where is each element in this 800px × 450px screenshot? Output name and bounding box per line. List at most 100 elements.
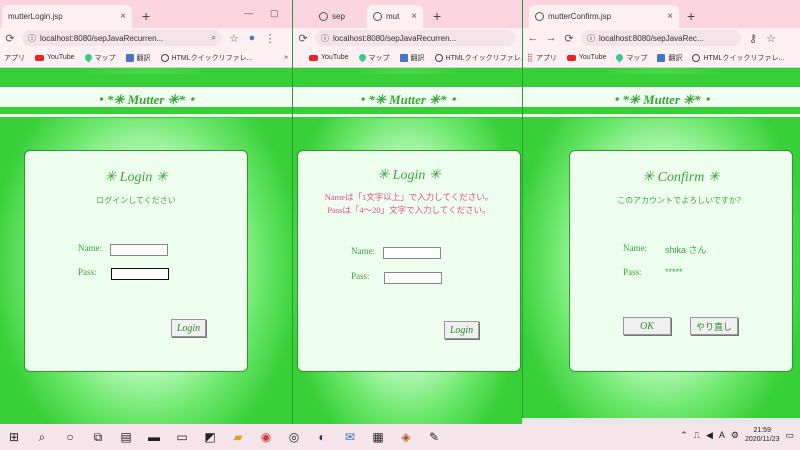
tab-github[interactable]: sep bbox=[313, 5, 353, 28]
reload-icon[interactable]: ⟳ bbox=[4, 32, 16, 45]
close-tab-icon[interactable]: × bbox=[120, 11, 126, 22]
new-tab-icon[interactable]: + bbox=[142, 8, 150, 24]
url-field[interactable]: ⓘ localhost:8080/sepJavaRecurren... bbox=[315, 30, 515, 46]
new-tab-icon[interactable]: + bbox=[687, 8, 695, 24]
bookmark-html-ref[interactable]: HTMLクイックリファレ... bbox=[692, 53, 784, 63]
translate-icon bbox=[399, 53, 408, 62]
cortana-icon[interactable]: ○ bbox=[59, 426, 81, 448]
bookmark-maps[interactable]: マップ bbox=[357, 52, 390, 63]
name-input[interactable] bbox=[383, 247, 441, 259]
new-tab-icon[interactable]: + bbox=[433, 8, 441, 24]
bookmark-translate[interactable]: 翻訳 bbox=[657, 53, 682, 63]
globe-icon bbox=[160, 53, 169, 62]
bookmark-label: YouTube bbox=[47, 54, 75, 61]
bookmark-youtube[interactable]: YouTube bbox=[566, 54, 607, 61]
bookmark-translate[interactable]: 翻訳 bbox=[399, 53, 425, 63]
login-button[interactable]: Login bbox=[444, 321, 479, 339]
info-icon[interactable]: ⓘ bbox=[28, 33, 36, 44]
name-input[interactable] bbox=[110, 244, 168, 256]
key-icon[interactable]: ⚷ bbox=[747, 32, 759, 45]
login-instruction: ログインしてください bbox=[96, 196, 176, 205]
eclipse-icon[interactable]: ◐ bbox=[311, 426, 333, 448]
minimize-icon[interactable]: — bbox=[244, 8, 253, 18]
reload-icon[interactable]: ⟳ bbox=[563, 32, 575, 45]
menu-icon[interactable]: ⋮ bbox=[264, 32, 276, 45]
paint-icon[interactable]: ✎ bbox=[423, 426, 445, 448]
maximize-icon[interactable]: ▢ bbox=[270, 8, 279, 19]
terminal-icon[interactable]: ▬ bbox=[143, 426, 165, 448]
bookmark-maps[interactable]: マップ bbox=[614, 52, 647, 63]
url-field[interactable]: ⓘ localhost:8080/sepJavaRecurren... ⌕ bbox=[22, 30, 222, 46]
url-text: localhost:8080/sepJavaRecurren... bbox=[333, 33, 457, 43]
app-icon[interactable]: ◈ bbox=[395, 426, 417, 448]
url-field[interactable]: ⓘ localhost:8080/sepJavaRec... bbox=[581, 30, 741, 46]
browser-window-login: mutterLogin.jsp × + — ▢ ⟳ ⓘ localhost:80… bbox=[0, 0, 292, 424]
bookmark-apps[interactable]: アプリ bbox=[4, 53, 25, 63]
info-icon[interactable]: ⓘ bbox=[587, 33, 595, 44]
login-button[interactable]: Login bbox=[171, 319, 206, 337]
bookmarks-bar: アプリ YouTube マップ 翻訳 HTMLクイックリファレ... » bbox=[0, 48, 292, 68]
search-icon[interactable]: ⌕ bbox=[31, 426, 53, 448]
reload-icon[interactable]: ⟳ bbox=[297, 32, 309, 45]
chrome-icon[interactable]: ◉ bbox=[255, 426, 277, 448]
chevron-up-icon[interactable]: ⌃ bbox=[680, 430, 688, 441]
bookmark-translate[interactable]: 翻訳 bbox=[125, 53, 151, 63]
pass-label: Pass: bbox=[623, 267, 642, 277]
pass-label: Pass: bbox=[78, 267, 97, 277]
obs-icon[interactable]: ◎ bbox=[283, 426, 305, 448]
tab-mutter-confirm[interactable]: mutterConfirm.jsp × bbox=[529, 5, 679, 28]
card-title: ✳ Login ✳ bbox=[104, 170, 168, 185]
redo-button[interactable]: やり直し bbox=[690, 317, 738, 335]
bookmarks-overflow[interactable]: » bbox=[284, 54, 288, 61]
bookmark-label: HTMLクイックリファレ... bbox=[171, 54, 253, 62]
bookmark-html-ref[interactable]: HTMLクイックリファレ... bbox=[160, 53, 253, 63]
github-icon bbox=[319, 12, 328, 21]
settings-icon[interactable]: ⚙ bbox=[731, 430, 739, 441]
profile-avatar[interactable]: ● bbox=[246, 32, 258, 44]
file-explorer-icon[interactable]: ▰ bbox=[227, 426, 249, 448]
back-icon[interactable]: ← bbox=[527, 32, 539, 44]
name-label: Name: bbox=[623, 243, 647, 253]
console-icon[interactable]: ▭ bbox=[171, 426, 193, 448]
bookmark-html-ref[interactable]: HTMLクイックリファレ... bbox=[434, 53, 522, 63]
bookmark-maps[interactable]: マップ bbox=[83, 52, 116, 63]
login-card: ✳ Login ✳ Nameは「1文字以上」で入力してください。 Passは「4… bbox=[297, 150, 521, 372]
name-value: shika さん bbox=[665, 245, 707, 255]
notification-icon[interactable]: ▭ bbox=[785, 430, 794, 441]
mail-icon[interactable]: ✉ bbox=[339, 426, 361, 448]
task-view-icon[interactable]: ⧉ bbox=[87, 426, 109, 448]
info-icon[interactable]: ⓘ bbox=[321, 33, 329, 44]
name-label: Name: bbox=[78, 243, 102, 253]
pass-input[interactable] bbox=[111, 268, 169, 280]
browser-window-confirm: mutterConfirm.jsp × + ← → ⟳ ⓘ localhost:… bbox=[522, 0, 800, 418]
bookmark-youtube[interactable]: YouTube bbox=[309, 54, 349, 61]
ok-button[interactable]: OK bbox=[623, 317, 671, 335]
bookmark-youtube[interactable]: YouTube bbox=[35, 54, 75, 61]
tab-mutter-login[interactable]: mutterLogin.jsp × bbox=[2, 5, 132, 28]
zoom-icon[interactable]: ⌕ bbox=[212, 33, 216, 43]
pass-input[interactable] bbox=[384, 272, 442, 284]
app-icon[interactable]: ◩ bbox=[199, 426, 221, 448]
ime-icon[interactable]: A bbox=[719, 430, 725, 440]
clock-time: 21:59 bbox=[753, 427, 771, 434]
network-icon[interactable]: ⎍ bbox=[694, 430, 700, 441]
tab-mutter[interactable]: mut × bbox=[367, 5, 423, 28]
tab-title: mut bbox=[386, 12, 400, 21]
app-icon[interactable]: ▤ bbox=[115, 426, 137, 448]
url-text: localhost:8080/sepJavaRec... bbox=[599, 33, 704, 43]
clock[interactable]: 21:59 2020/11/23 bbox=[745, 426, 780, 444]
star-icon[interactable]: ☆ bbox=[228, 32, 240, 45]
bookmark-apps[interactable]: ⣿ アプリ bbox=[527, 53, 557, 63]
bookmark-label: YouTube bbox=[578, 54, 607, 61]
calculator-icon[interactable]: ▦ bbox=[367, 426, 389, 448]
forward-icon[interactable]: → bbox=[545, 32, 557, 44]
close-tab-icon[interactable]: × bbox=[411, 11, 417, 22]
windows-start-icon[interactable]: ⊞ bbox=[3, 426, 25, 448]
tab-title: sep bbox=[332, 12, 345, 21]
close-tab-icon[interactable]: × bbox=[667, 11, 673, 22]
card-title: ✳ Login ✳ bbox=[377, 168, 441, 183]
volume-icon[interactable]: ◀ bbox=[706, 430, 713, 441]
taskbar: ⊞ ⌕ ○ ⧉ ▤ ▬ ▭ ◩ ▰ ◉ ◎ ◐ ✉ ▦ ◈ ✎ ⌃ ⎍ ◀ A … bbox=[0, 424, 800, 450]
star-icon[interactable]: ☆ bbox=[765, 32, 777, 45]
page-content: ・*✳ Mutter ✳*・ ✳ Login ✳ Nameは「1文字以上」で入力… bbox=[293, 68, 522, 424]
